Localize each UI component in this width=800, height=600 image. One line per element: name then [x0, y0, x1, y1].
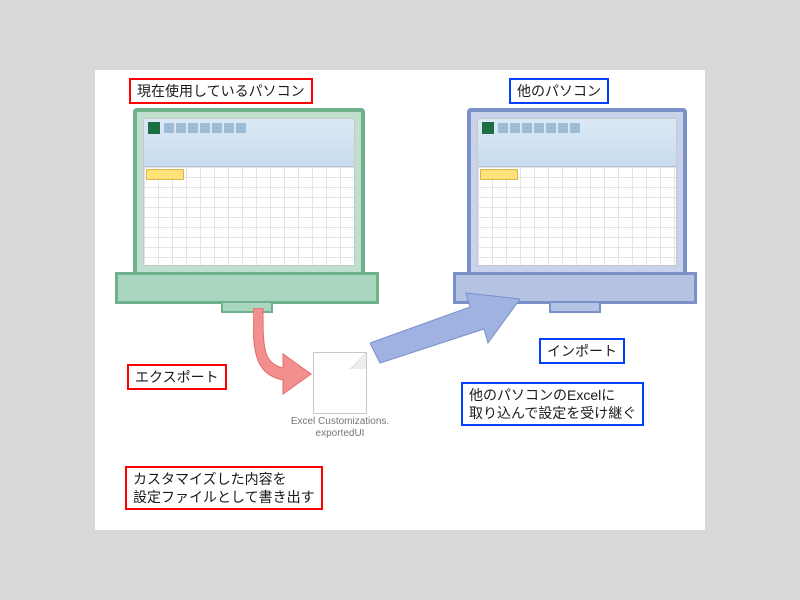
exported-ui-file-icon [313, 352, 367, 414]
import-label: インポート [539, 338, 625, 364]
export-label: エクスポート [127, 364, 227, 390]
export-note: カスタマイズした内容を 設定ファイルとして書き出す [125, 466, 323, 510]
export-arrow-icon [253, 308, 313, 398]
file-caption: Excel Customizations. exportedUI [275, 416, 405, 440]
excel-window-icon [143, 118, 355, 266]
import-arrow-icon [370, 285, 520, 365]
diagram-canvas: 現在使用しているパソコン 他のパソコン [95, 70, 705, 530]
current-pc-title: 現在使用しているパソコン [129, 78, 313, 104]
excel-window-icon [477, 118, 677, 266]
import-note: 他のパソコンのExcelに 取り込んで設定を受け継ぐ [461, 382, 644, 426]
current-pc-laptop [115, 108, 375, 318]
other-pc-title: 他のパソコン [509, 78, 609, 104]
